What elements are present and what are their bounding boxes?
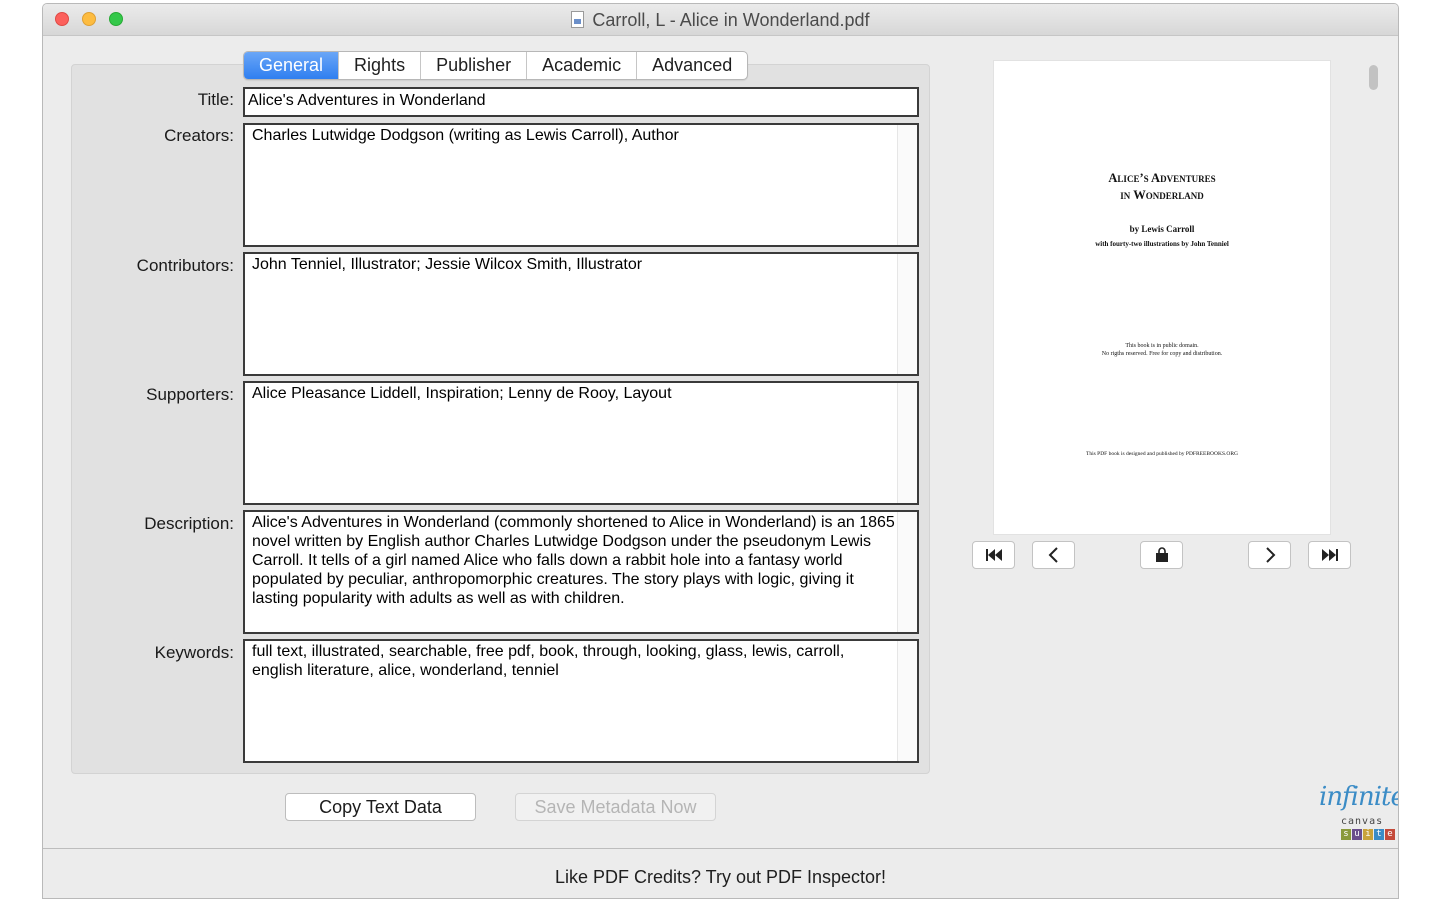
preview-pd-line2: No rigths reserved. Free for copy and di…	[1101, 351, 1223, 357]
keywords-label: Keywords:	[154, 643, 234, 662]
preview-illustrations: with fourty-two illustrations by John Te…	[1095, 240, 1229, 248]
tab-academic[interactable]: Academic	[526, 52, 636, 79]
preview-book-title: Alice’s Adventures in Wonderland	[994, 170, 1330, 204]
tab-general[interactable]: General	[244, 52, 339, 79]
keywords-field[interactable]: full text, illustrated, searchable, free…	[243, 639, 919, 763]
last-page-button[interactable]	[1308, 541, 1351, 569]
description-field[interactable]: Alice's Adventures in Wonderland (common…	[243, 510, 919, 634]
first-page-button[interactable]	[972, 541, 1015, 569]
skip-to-start-icon	[985, 549, 1002, 561]
supporters-field[interactable]: Alice Pleasance Liddell, Inspiration; Le…	[243, 381, 919, 505]
keywords-text: full text, illustrated, searchable, free…	[252, 643, 849, 679]
save-metadata-button[interactable]: Save Metadata Now	[515, 793, 716, 821]
description-text: Alice's Adventures in Wonderland (common…	[252, 514, 895, 607]
preview-title-line1: Alice’s Adventures	[1108, 171, 1216, 185]
logo-canvas-text: canvas	[1341, 816, 1384, 827]
logo-suite-letter: i	[1363, 829, 1373, 840]
creators-label: Creators:	[164, 126, 234, 145]
preview-title-line2: in Wonderland	[1120, 188, 1204, 202]
contributors-scrollbar[interactable]	[897, 254, 917, 374]
logo-suite-letter: u	[1352, 829, 1362, 840]
skip-to-end-icon	[1321, 549, 1338, 561]
footer-bar: Like PDF Credits? Try out PDF Inspector!	[43, 848, 1398, 898]
logo-suite-letter: s	[1341, 829, 1351, 840]
creators-text: Charles Lutwidge Dodgson (writing as Lew…	[252, 127, 679, 144]
preview-scrollbar[interactable]	[1369, 65, 1378, 90]
logo-suite-letter: t	[1374, 829, 1384, 840]
keywords-scrollbar[interactable]	[897, 641, 917, 761]
tab-publisher[interactable]: Publisher	[420, 52, 526, 79]
share-button[interactable]	[1140, 541, 1183, 569]
window-title-text: Carroll, L - Alice in Wonderland.pdf	[592, 10, 870, 30]
lock-bag-icon	[1155, 547, 1168, 562]
creators-scrollbar[interactable]	[897, 125, 917, 245]
pdf-document-icon	[571, 11, 585, 28]
tab-rights[interactable]: Rights	[338, 52, 420, 79]
preview-public-domain-note: This book is in public domain. No rigths…	[994, 342, 1330, 358]
contributors-label: Contributors:	[136, 256, 234, 275]
description-scrollbar[interactable]	[897, 512, 917, 632]
logo-infinite-text: infinite	[1319, 782, 1399, 812]
chevron-right-icon	[1265, 547, 1275, 563]
title-field[interactable]: Alice's Adventures in Wonderland	[243, 87, 919, 117]
copy-text-data-button[interactable]: Copy Text Data	[285, 793, 476, 821]
contributors-text: John Tenniel, Illustrator; Jessie Wilcox…	[252, 256, 643, 273]
chevron-left-icon	[1048, 547, 1058, 563]
supporters-label: Supporters:	[146, 385, 234, 404]
description-label: Description:	[144, 514, 234, 533]
preview-publisher-note: This PDF book is designed and published …	[1085, 451, 1239, 457]
previous-page-button[interactable]	[1032, 541, 1075, 569]
creators-field[interactable]: Charles Lutwidge Dodgson (writing as Lew…	[243, 123, 919, 247]
infinite-canvas-suite-logo[interactable]: infinite canvas s u i t e	[1319, 774, 1398, 842]
logo-suite-letter: e	[1385, 829, 1395, 840]
app-window: Carroll, L - Alice in Wonderland.pdf Gen…	[42, 3, 1399, 899]
pdf-page-preview: Alice’s Adventures in Wonderland by Lewi…	[994, 61, 1330, 534]
supporters-scrollbar[interactable]	[897, 383, 917, 503]
metadata-tab-bar: General Rights Publisher Academic Advanc…	[243, 51, 749, 80]
tab-advanced[interactable]: Advanced	[636, 52, 747, 79]
title-bar: Carroll, L - Alice in Wonderland.pdf	[43, 4, 1398, 36]
contributors-field[interactable]: John Tenniel, Illustrator; Jessie Wilcox…	[243, 252, 919, 376]
preview-author: by Lewis Carroll	[1129, 224, 1195, 234]
promo-link[interactable]: Like PDF Credits? Try out PDF Inspector!	[43, 867, 1398, 888]
preview-pd-line1: This book is in public domain.	[1125, 343, 1199, 349]
next-page-button[interactable]	[1248, 541, 1291, 569]
logo-suite-text: s u i t e	[1341, 829, 1396, 840]
window-title: Carroll, L - Alice in Wonderland.pdf	[43, 10, 1398, 31]
title-label: Title:	[197, 90, 234, 109]
supporters-text: Alice Pleasance Liddell, Inspiration; Le…	[252, 385, 672, 402]
